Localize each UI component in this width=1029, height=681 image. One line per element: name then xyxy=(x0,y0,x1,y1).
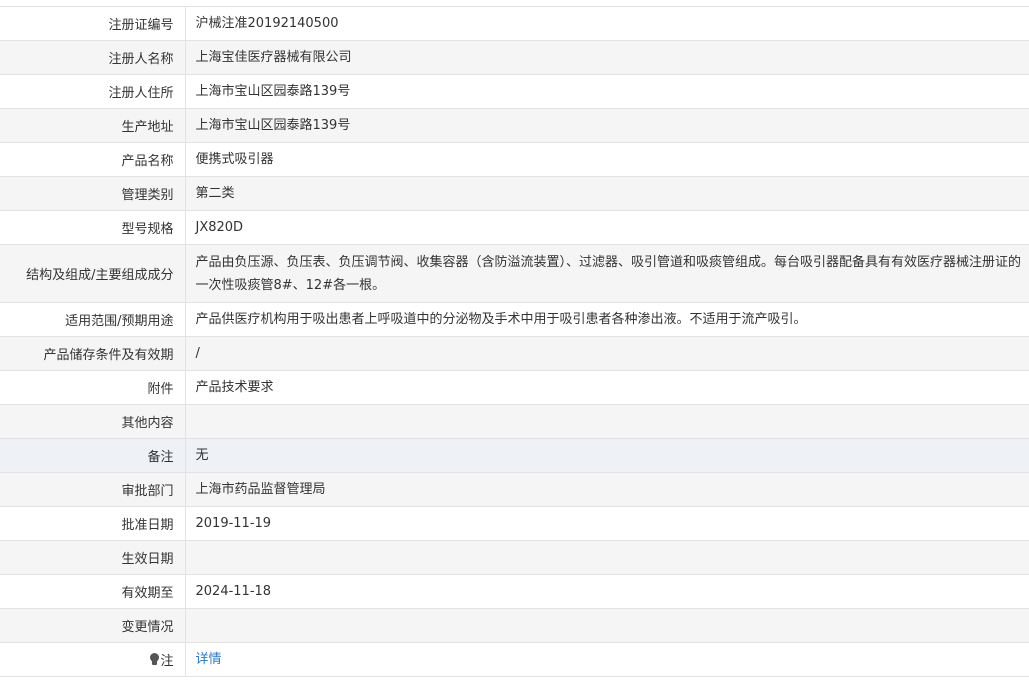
note-label: 注 xyxy=(160,654,174,669)
row-value: 详情 xyxy=(185,642,1029,677)
row-label: 适用范围/预期用途 xyxy=(0,302,186,337)
row-intended-use: 适用范围/预期用途 产品供医疗机构用于吸出患者上呼吸道中的分泌物及手术中用于吸引… xyxy=(0,302,1029,337)
row-storage-conditions: 产品储存条件及有效期 / xyxy=(0,336,1029,371)
row-value: 上海市宝山区园泰路139号 xyxy=(185,74,1029,109)
row-label: 结构及组成/主要组成成分 xyxy=(0,244,186,303)
details-link[interactable]: 详情 xyxy=(196,652,222,667)
lightbulb-icon xyxy=(150,653,160,666)
row-product-name: 产品名称 便携式吸引器 xyxy=(0,142,1029,177)
row-value: 产品由负压源、负压表、负压调节阀、收集容器（含防溢流装置）、过滤器、吸引管道和吸… xyxy=(185,244,1029,303)
row-label: 附件 xyxy=(0,370,186,405)
row-label: 型号规格 xyxy=(0,210,186,245)
row-label: 有效期至 xyxy=(0,574,186,609)
row-value: 产品供医疗机构用于吸出患者上呼吸道中的分泌物及手术中用于吸引患者各种渗出液。不适… xyxy=(185,302,1029,337)
row-label: 生产地址 xyxy=(0,108,186,143)
row-approval-date: 批准日期 2019-11-19 xyxy=(0,506,1029,541)
row-value xyxy=(185,540,1029,575)
row-value: 产品技术要求 xyxy=(185,370,1029,405)
row-value: JX820D xyxy=(185,210,1029,245)
row-value xyxy=(185,608,1029,643)
row-registrant-name: 注册人名称 上海宝佳医疗器械有限公司 xyxy=(0,40,1029,75)
row-label: 备注 xyxy=(0,438,186,473)
row-label: 审批部门 xyxy=(0,472,186,507)
row-label: 生效日期 xyxy=(0,540,186,575)
row-change-history: 变更情况 xyxy=(0,608,1029,643)
registration-detail-table: 注册证编号 沪械注准20192140500 注册人名称 上海宝佳医疗器械有限公司… xyxy=(0,6,1029,677)
row-label: 注册证编号 xyxy=(0,6,186,41)
row-registrant-address: 注册人住所 上海市宝山区园泰路139号 xyxy=(0,74,1029,109)
row-note: 注 详情 xyxy=(0,642,1029,677)
row-value: / xyxy=(185,336,1029,371)
row-management-category: 管理类别 第二类 xyxy=(0,176,1029,211)
row-structure-composition: 结构及组成/主要组成成分 产品由负压源、负压表、负压调节阀、收集容器（含防溢流装… xyxy=(0,244,1029,303)
row-label: 注 xyxy=(0,642,186,677)
row-registration-number: 注册证编号 沪械注准20192140500 xyxy=(0,6,1029,41)
row-value: 第二类 xyxy=(185,176,1029,211)
row-remarks: 备注 无 xyxy=(0,438,1029,473)
row-attachment: 附件 产品技术要求 xyxy=(0,370,1029,405)
row-production-address: 生产地址 上海市宝山区园泰路139号 xyxy=(0,108,1029,143)
row-label: 注册人名称 xyxy=(0,40,186,75)
row-value: 2024-11-18 xyxy=(185,574,1029,609)
row-label: 注册人住所 xyxy=(0,74,186,109)
row-value xyxy=(185,404,1029,439)
row-label: 产品名称 xyxy=(0,142,186,177)
row-value: 上海市药品监督管理局 xyxy=(185,472,1029,507)
row-label: 批准日期 xyxy=(0,506,186,541)
row-value: 便携式吸引器 xyxy=(185,142,1029,177)
row-model-spec: 型号规格 JX820D xyxy=(0,210,1029,245)
row-approval-department: 审批部门 上海市药品监督管理局 xyxy=(0,472,1029,507)
row-valid-until: 有效期至 2024-11-18 xyxy=(0,574,1029,609)
row-label: 变更情况 xyxy=(0,608,186,643)
row-label: 其他内容 xyxy=(0,404,186,439)
row-value: 上海市宝山区园泰路139号 xyxy=(185,108,1029,143)
row-label: 产品储存条件及有效期 xyxy=(0,336,186,371)
row-effective-date: 生效日期 xyxy=(0,540,1029,575)
row-value: 上海宝佳医疗器械有限公司 xyxy=(185,40,1029,75)
row-value: 2019-11-19 xyxy=(185,506,1029,541)
row-value: 沪械注准20192140500 xyxy=(185,6,1029,41)
row-value: 无 xyxy=(185,438,1029,473)
row-label: 管理类别 xyxy=(0,176,186,211)
row-other-content: 其他内容 xyxy=(0,404,1029,439)
